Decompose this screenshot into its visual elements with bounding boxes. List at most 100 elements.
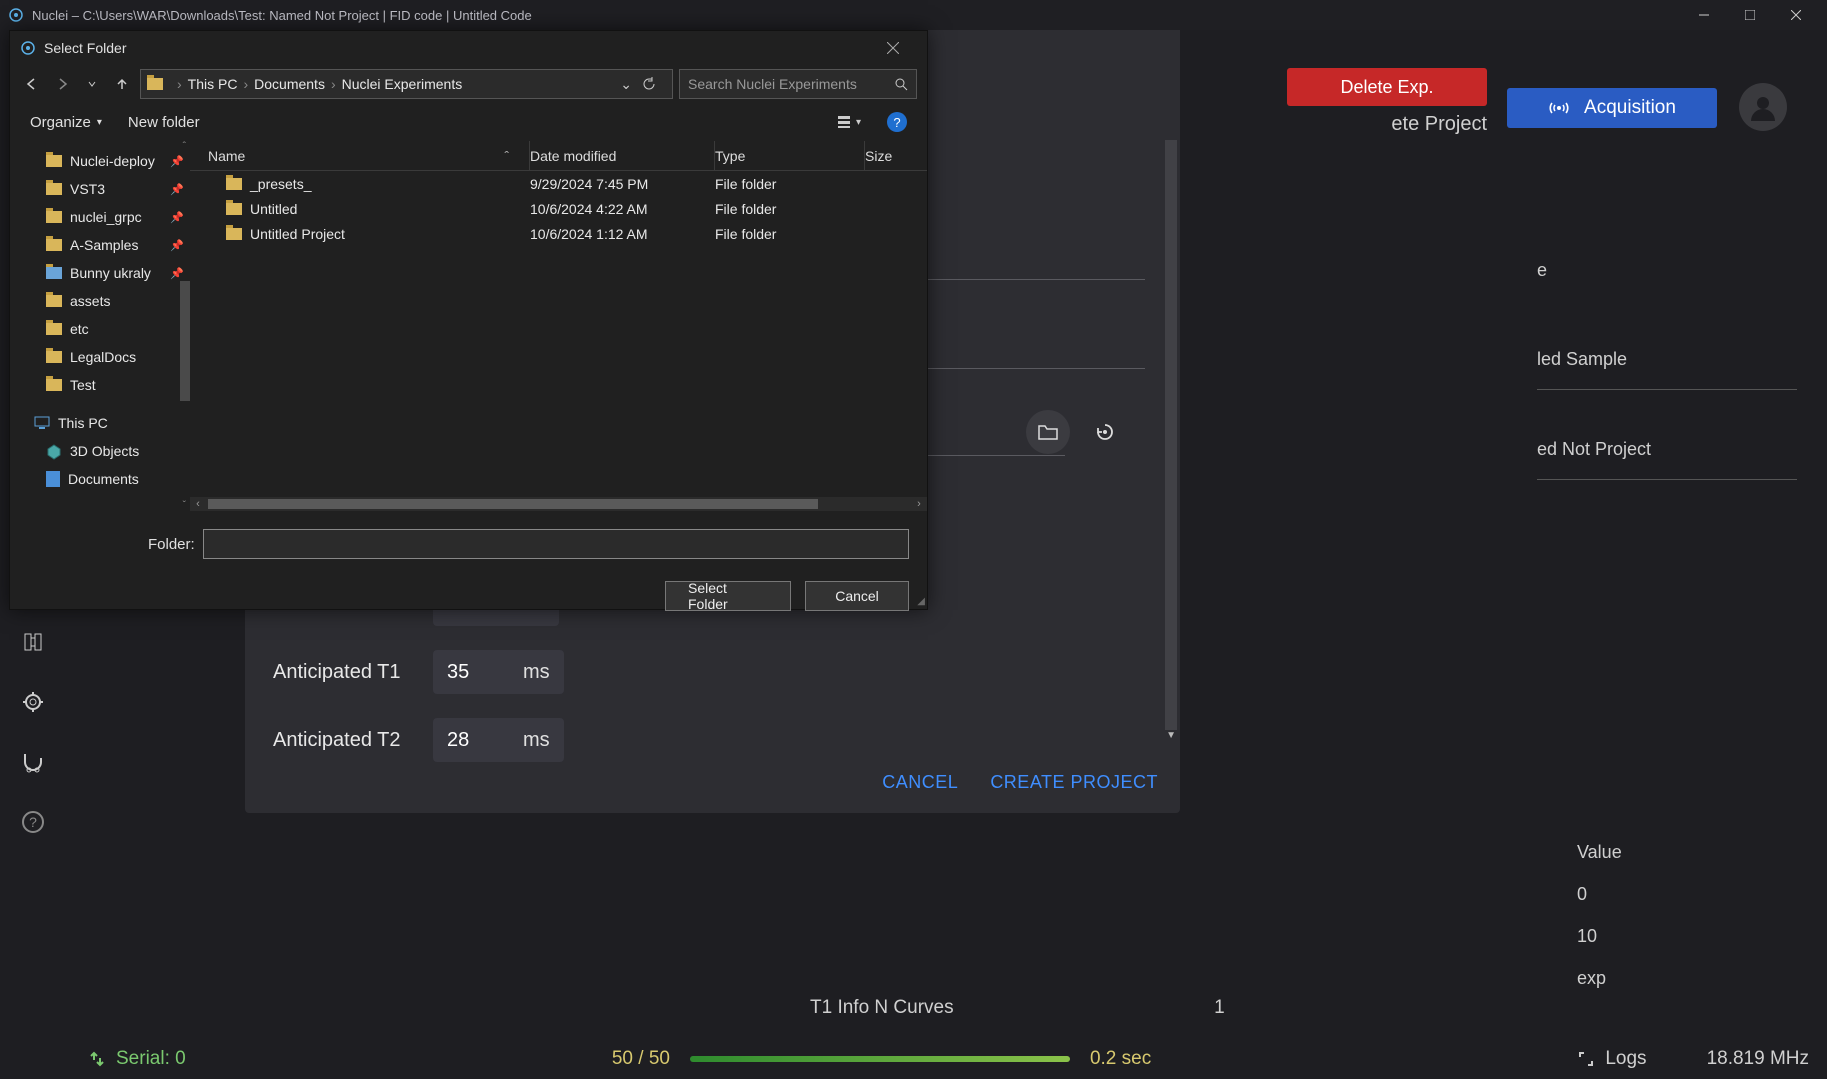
nav-item[interactable]: nuclei_grpc📌	[10, 203, 190, 231]
progress-text: 50 / 50	[612, 1048, 670, 1070]
folder-icon	[46, 239, 62, 251]
search-input[interactable]: Search Nuclei Experiments	[679, 69, 917, 99]
baby-carriage-icon[interactable]	[21, 750, 45, 774]
pin-icon: 📌	[170, 211, 184, 224]
chevron-down-icon[interactable]: ⌄	[620, 76, 632, 93]
scroll-right-icon[interactable]: ›	[911, 498, 927, 510]
nav-scrollbar[interactable]	[180, 281, 190, 401]
forward-button[interactable]	[50, 72, 74, 96]
back-button[interactable]	[20, 72, 44, 96]
dialog-toolbar: Organize ▾ New folder ▾ ?	[10, 103, 927, 141]
browse-folder-button[interactable]	[1026, 410, 1070, 454]
acquisition-button[interactable]: Acquisition	[1507, 88, 1717, 128]
file-date: 9/29/2024 7:45 PM	[530, 176, 715, 192]
nav-item-this-pc[interactable]: This PC	[10, 409, 190, 437]
folder-icon	[46, 211, 62, 223]
chevron-down-icon: ▾	[97, 117, 102, 128]
right-info-row-2: exp	[1577, 957, 1797, 999]
svg-text:?: ?	[29, 814, 37, 830]
nav-label: 3D Objects	[70, 443, 139, 459]
folder-name-input[interactable]	[203, 529, 909, 559]
up-button[interactable]	[110, 72, 134, 96]
nav-label: This PC	[58, 415, 108, 431]
cancel-button[interactable]: Cancel	[805, 581, 909, 611]
resize-handle-icon[interactable]: ◢	[917, 596, 925, 607]
folder-icon	[46, 183, 62, 195]
refresh-button[interactable]	[642, 77, 666, 91]
nav-label: assets	[70, 293, 110, 309]
nav-item[interactable]: A-Samples📌	[10, 231, 190, 259]
folder-icon	[147, 78, 163, 90]
delete-exp-button[interactable]: Delete Exp.	[1287, 68, 1487, 106]
col-name[interactable]: Nameˆ	[190, 141, 530, 170]
folder-icon	[46, 379, 62, 391]
scrollbar-thumb[interactable]	[208, 499, 818, 509]
freq-text: 18.819 MHz	[1707, 1048, 1809, 1070]
help-icon[interactable]: ?	[21, 810, 45, 834]
scroll-up-icon[interactable]: ˆ	[183, 141, 186, 152]
t1-input[interactable]	[447, 661, 517, 684]
pc-icon	[34, 416, 50, 430]
time-text: 0.2 sec	[1090, 1048, 1151, 1070]
col-size[interactable]: Size	[865, 141, 927, 170]
col-date[interactable]: Date modified	[530, 141, 715, 170]
dialog-footer: Folder: Select Folder Cancel	[10, 511, 927, 623]
nav-item-documents[interactable]: Documents	[10, 465, 190, 493]
scroll-left-icon[interactable]: ‹	[190, 498, 206, 510]
avatar[interactable]	[1739, 83, 1787, 131]
file-name: Untitled Project	[250, 226, 345, 242]
cancel-button[interactable]: CANCEL	[882, 772, 958, 793]
search-placeholder: Search Nuclei Experiments	[688, 76, 857, 92]
logs-button[interactable]: Logs	[1577, 1048, 1646, 1070]
breadcrumb-item-1[interactable]: Documents	[254, 76, 325, 92]
nav-label: etc	[70, 321, 89, 337]
nav-item[interactable]: LegalDocs	[10, 343, 190, 371]
recent-dropdown[interactable]	[80, 72, 104, 96]
list-item[interactable]: Untitled Project 10/6/2024 1:12 AM File …	[190, 221, 927, 246]
folder-icon	[226, 178, 242, 190]
nav-item[interactable]: etc	[10, 315, 190, 343]
right-info-row-1: 10	[1577, 915, 1797, 957]
col-type[interactable]: Type	[715, 141, 865, 170]
column-headers: Nameˆ Date modified Type Size	[190, 141, 927, 171]
modal-scrollbar[interactable]	[1165, 140, 1177, 730]
organize-button[interactable]: Organize ▾	[30, 114, 102, 131]
nav-item[interactable]: assets	[10, 287, 190, 315]
list-item[interactable]: _presets_ 9/29/2024 7:45 PM File folder	[190, 171, 927, 196]
minimize-button[interactable]	[1681, 0, 1727, 30]
t1-label: Anticipated T1	[273, 661, 433, 684]
nav-item[interactable]: Nuclei-deploy📌	[10, 147, 190, 175]
breadcrumb[interactable]: › This PC › Documents › Nuclei Experimen…	[140, 69, 673, 99]
create-project-button[interactable]: CREATE PROJECT	[990, 772, 1158, 793]
chevron-right-icon: ›	[331, 76, 336, 92]
view-mode-button[interactable]: ▾	[836, 114, 861, 130]
delete-project-label[interactable]: ete Project	[1391, 113, 1487, 136]
nav-item[interactable]: Test	[10, 371, 190, 399]
nav-label: Nuclei-deploy	[70, 153, 155, 169]
app-icon	[8, 7, 24, 23]
gear-icon[interactable]	[21, 690, 45, 714]
window-titlebar: Nuclei – C:\Users\WAR\Downloads\Test: Na…	[0, 0, 1827, 30]
scroll-down-icon[interactable]: ˇ	[183, 500, 186, 511]
chevron-down-icon[interactable]: ▼	[1166, 730, 1176, 741]
nav-item-3d[interactable]: 3D Objects	[10, 437, 190, 465]
tool-icon-2[interactable]	[21, 630, 45, 654]
serial-text: Serial: 0	[116, 1048, 186, 1070]
dialog-help-icon[interactable]: ?	[887, 112, 907, 132]
nav-item[interactable]: Bunny ukraly📌	[10, 259, 190, 287]
nav-label: Test	[70, 377, 96, 393]
nav-item[interactable]: VST3📌	[10, 175, 190, 203]
logs-label: Logs	[1605, 1048, 1646, 1070]
breadcrumb-item-0[interactable]: This PC	[188, 76, 238, 92]
restore-icon[interactable]	[1085, 412, 1125, 452]
select-folder-button[interactable]: Select Folder	[665, 581, 791, 611]
t2-input[interactable]	[447, 729, 517, 752]
list-item[interactable]: Untitled 10/6/2024 4:22 AM File folder	[190, 196, 927, 221]
new-folder-button[interactable]: New folder	[128, 114, 200, 131]
breadcrumb-item-2[interactable]: Nuclei Experiments	[342, 76, 463, 92]
close-button[interactable]	[1773, 0, 1819, 30]
maximize-button[interactable]	[1727, 0, 1773, 30]
t1-info-value: 1	[1214, 997, 1225, 1018]
dialog-close-button[interactable]	[887, 42, 917, 54]
list-h-scrollbar[interactable]: ‹ ›	[190, 497, 927, 511]
